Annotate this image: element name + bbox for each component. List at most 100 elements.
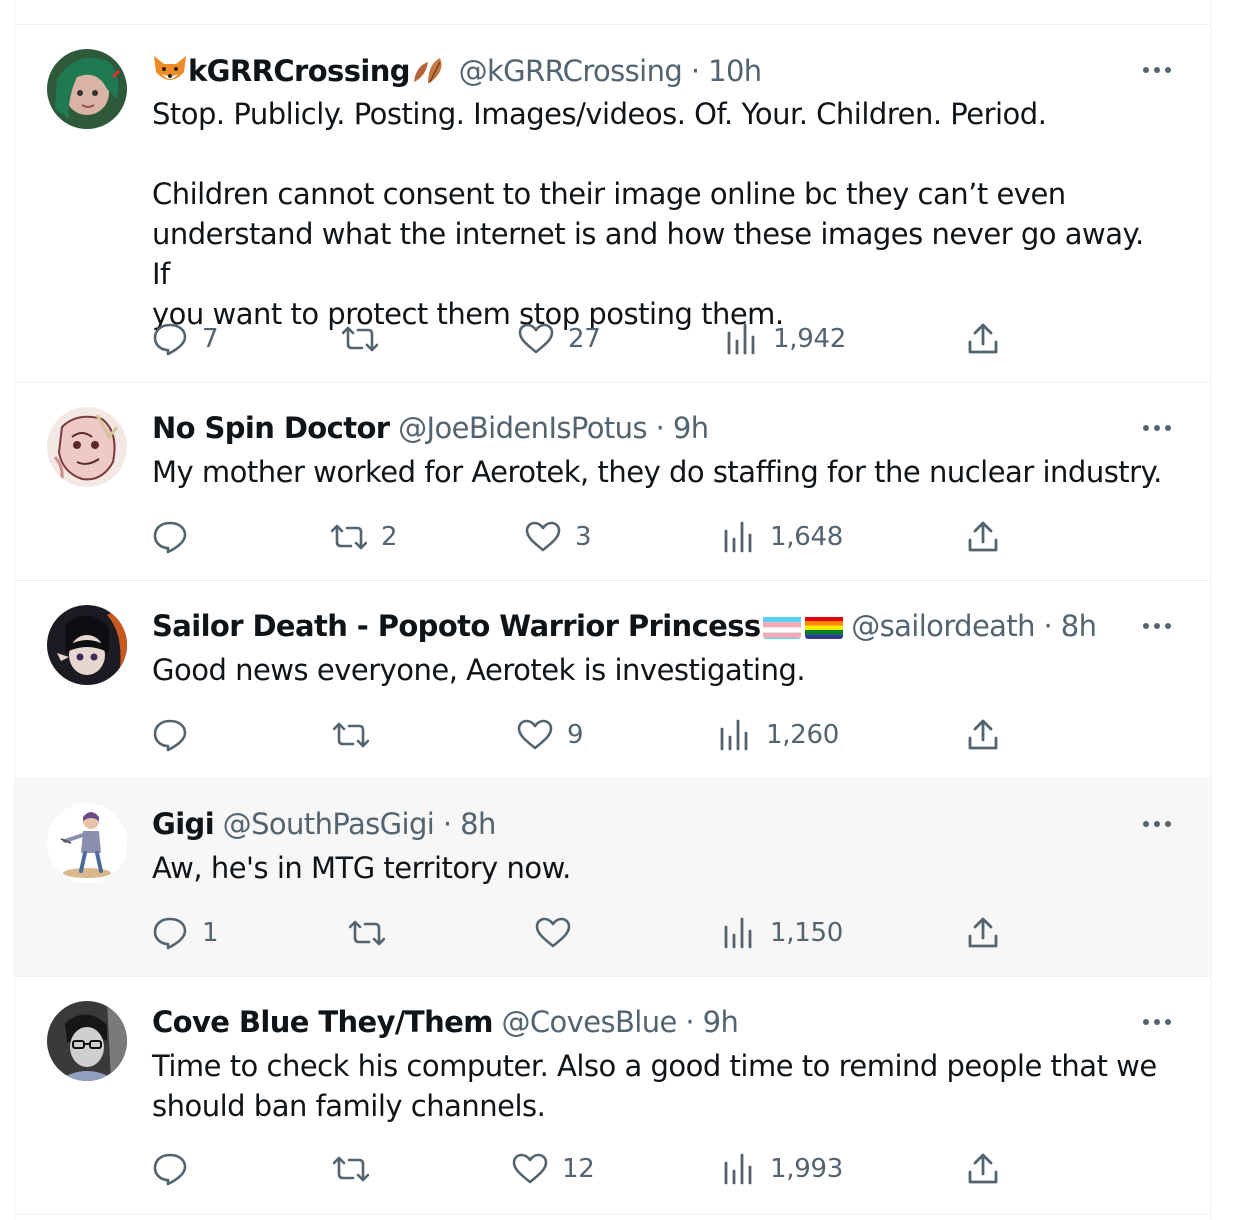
reply-button[interactable] (152, 1149, 202, 1189)
view-count: 1,648 (770, 522, 843, 552)
retweet-button[interactable] (333, 1149, 383, 1189)
display-name[interactable]: Gigi (152, 807, 215, 841)
timestamp[interactable]: 9h (673, 411, 709, 445)
avatar[interactable] (47, 407, 127, 487)
tweet-header: Gigi @SouthPasGigi · 8h (152, 804, 496, 844)
tweet-text-line: understand what the internet is and how … (152, 217, 1144, 291)
tweet-text-line (152, 134, 1162, 174)
timestamp[interactable]: 9h (703, 1005, 739, 1039)
rainbow-flag-icon (804, 613, 843, 639)
reply-button[interactable] (152, 715, 202, 755)
more-options-icon[interactable] (1139, 413, 1175, 443)
like-button[interactable]: 3 (525, 517, 592, 557)
retweet-count: 2 (381, 522, 398, 552)
analytics-icon (724, 917, 752, 949)
views-button[interactable]: 1,150 (722, 913, 843, 953)
share-button[interactable] (966, 517, 1000, 557)
more-options-icon[interactable] (1139, 809, 1175, 839)
timestamp[interactable]: 8h (1061, 609, 1097, 643)
analytics-icon (724, 1153, 752, 1185)
reply-icon (153, 917, 187, 950)
tweet-header: No Spin Doctor @JoeBidenIsPotus · 9h (152, 408, 709, 448)
separator-dot: · (690, 54, 700, 88)
user-handle[interactable]: @kGRRCrossing (459, 54, 683, 88)
tweet-text: My mother worked for Aerotek, they do st… (152, 452, 1162, 492)
tweet-text-line: My mother worked for Aerotek, they do st… (152, 455, 1162, 489)
user-handle[interactable]: @JoeBidenIsPotus (398, 411, 647, 445)
tweet-text: Aw, he's in MTG territory now. (152, 848, 1162, 888)
tweet[interactable]: No Spin Doctor @JoeBidenIsPotus · 9h My … (15, 383, 1211, 581)
like-button[interactable]: 27 (518, 319, 601, 359)
reply-button[interactable]: 7 (152, 319, 219, 359)
timeline-column: kGRRCrossing @kGRRCrossing · 10h Stop. P… (14, 0, 1212, 1220)
tweet[interactable]: Cove Blue They/Them @CovesBlue · 9h Time… (15, 977, 1211, 1215)
share-button[interactable] (966, 715, 1000, 755)
share-icon (968, 719, 998, 750)
timestamp[interactable]: 8h (460, 807, 496, 841)
view-count: 1,150 (770, 918, 843, 948)
like-count: 27 (568, 324, 601, 354)
tweet-header: kGRRCrossing @kGRRCrossing · 10h (152, 51, 762, 96)
like-button[interactable]: 12 (512, 1149, 595, 1189)
reply-icon (153, 521, 187, 554)
tweet[interactable]: Gigi @SouthPasGigi · 8h Aw, he's in MTG … (15, 779, 1211, 977)
more-options-icon[interactable] (1139, 1007, 1175, 1037)
like-button[interactable] (535, 913, 585, 953)
retweet-button[interactable] (342, 319, 392, 359)
more-options-icon[interactable] (1139, 611, 1175, 641)
heart-icon (535, 917, 571, 948)
retweet-button[interactable]: 2 (331, 517, 398, 557)
timestamp[interactable]: 10h (708, 54, 762, 88)
avatar[interactable] (47, 803, 127, 883)
analytics-icon (724, 521, 752, 553)
views-button[interactable]: 1,942 (725, 319, 846, 359)
reply-button[interactable]: 1 (152, 913, 219, 953)
like-count: 9 (567, 720, 584, 750)
reply-icon (153, 1153, 187, 1186)
like-button[interactable]: 9 (517, 715, 584, 755)
fox-emoji-icon (152, 54, 188, 96)
analytics-icon (720, 719, 748, 751)
tweet-text: Stop. Publicly. Posting. Images/videos. … (152, 94, 1162, 334)
transgender-flag-icon (762, 613, 801, 639)
heart-icon (517, 719, 553, 750)
tweet[interactable]: kGRRCrossing @kGRRCrossing · 10h Stop. P… (15, 25, 1211, 383)
view-count: 1,942 (773, 324, 846, 354)
like-count: 3 (575, 522, 592, 552)
share-button[interactable] (966, 1149, 1000, 1189)
user-handle[interactable]: @CovesBlue (501, 1005, 677, 1039)
tweet-text-line: Stop. Publicly. Posting. Images/videos. … (152, 97, 1047, 131)
user-handle[interactable]: @sailordeath (851, 609, 1035, 643)
display-name[interactable]: kGRRCrossing (188, 54, 411, 88)
reply-count: 1 (202, 918, 219, 948)
views-button[interactable]: 1,648 (722, 517, 843, 557)
separator-dot: · (655, 411, 665, 445)
more-options-icon[interactable] (1139, 55, 1175, 85)
share-icon (968, 521, 998, 552)
avatar[interactable] (47, 1001, 127, 1081)
tweet-text-line: should ban family channels. (152, 1089, 546, 1123)
retweet-button[interactable] (349, 913, 399, 953)
previous-tweet-edge (15, 0, 1211, 25)
tweet-text-line: Aw, he's in MTG territory now. (152, 851, 571, 885)
reply-button[interactable] (152, 517, 202, 557)
avatar[interactable] (47, 49, 127, 129)
tweet-text-line: you want to protect them stop posting th… (152, 297, 784, 331)
tweet-text: Good news everyone, Aerotek is investiga… (152, 650, 1162, 690)
tweet[interactable]: Sailor Death - Popoto Warrior Princess @… (15, 581, 1211, 779)
share-button[interactable] (966, 319, 1000, 359)
tweet-text-line: Children cannot consent to their image o… (152, 177, 1066, 211)
display-name[interactable]: No Spin Doctor (152, 411, 390, 445)
user-handle[interactable]: @SouthPasGigi (223, 807, 435, 841)
avatar[interactable] (47, 605, 127, 685)
separator-dot: · (442, 807, 452, 841)
views-button[interactable]: 1,260 (718, 715, 839, 755)
share-button[interactable] (966, 913, 1000, 953)
view-count: 1,260 (766, 720, 839, 750)
display-name[interactable]: Cove Blue They/Them (152, 1005, 493, 1039)
heart-icon (525, 521, 561, 552)
reply-icon (153, 323, 187, 356)
views-button[interactable]: 1,993 (722, 1149, 843, 1189)
display-name[interactable]: Sailor Death - Popoto Warrior Princess (152, 609, 761, 643)
retweet-button[interactable] (333, 715, 383, 755)
